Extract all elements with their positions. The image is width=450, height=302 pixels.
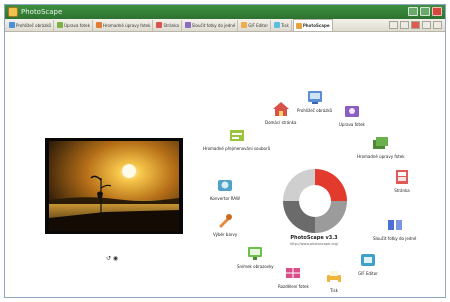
tool-button-3[interactable]: [411, 21, 420, 29]
print-icon: [273, 22, 280, 28]
node-barva[interactable]: Výběr barvy: [213, 211, 237, 237]
node-uprava[interactable]: Úprava fotek: [339, 101, 365, 127]
tab-uprava[interactable]: Úprava fotek: [55, 19, 93, 31]
photoscape-logo: [275, 161, 355, 241]
editor-icon: [57, 22, 64, 28]
help-button[interactable]: [433, 21, 442, 29]
gif-icon: [241, 22, 248, 28]
page-icon: [392, 167, 412, 187]
split-icon: [283, 263, 303, 283]
rename-icon: [227, 125, 247, 145]
maximize-button[interactable]: [420, 7, 430, 16]
combine-icon: [184, 22, 191, 28]
node-rozdeleni[interactable]: Rozdělení fotek: [278, 263, 309, 289]
photo-controls[interactable]: ↺ ◉: [106, 255, 118, 262]
version-label: PhotoScape v3.3: [290, 235, 338, 241]
photoscape-icon: [295, 22, 302, 29]
tab-tisk[interactable]: Tisk: [272, 19, 292, 31]
tab-bar: Prohlížeč obrázků Úprava fotek Hromadné …: [5, 19, 445, 32]
edit-icon: [342, 101, 362, 121]
photo-preview[interactable]: [45, 138, 183, 234]
node-slouceni[interactable]: Sloučit fotky do jedné: [373, 215, 416, 241]
node-prejmenovani[interactable]: Hromadné přejmenování souborů: [203, 125, 270, 151]
viewer-icon: [305, 87, 325, 107]
home-icon: [271, 99, 291, 119]
batch-icon: [95, 22, 102, 28]
tab-gif[interactable]: GIF Editor: [239, 19, 271, 31]
homepage-link[interactable]: http://www.photoscape.org/: [269, 242, 359, 246]
minimize-button[interactable]: [408, 7, 418, 16]
node-snimek[interactable]: Snímek obrazovky: [237, 243, 274, 269]
batch-icon: [371, 133, 391, 153]
combine-icon: [385, 215, 405, 235]
tab-stranka[interactable]: Stránka: [154, 19, 182, 31]
gif-icon: [358, 250, 378, 270]
node-domaci-stranka[interactable]: Domácí stránka: [265, 99, 296, 125]
tab-prohlizec[interactable]: Prohlížeč obrázků: [7, 19, 55, 31]
close-button[interactable]: [432, 7, 442, 16]
app-window: PhotoScape Prohlížeč obrázků Úprava fote…: [4, 4, 446, 298]
window-title: PhotoScape: [21, 8, 63, 16]
screenshot-icon: [245, 243, 265, 263]
title-bar: PhotoScape: [5, 5, 445, 19]
node-raw[interactable]: Konvertor RAW: [210, 175, 240, 201]
page-icon: [156, 22, 163, 28]
window-controls: [408, 7, 442, 16]
printer-icon: [324, 267, 344, 287]
tool-button-2[interactable]: [400, 21, 409, 29]
tab-hromadne[interactable]: Hromadné úpravy fotek: [94, 19, 154, 31]
tool-button-4[interactable]: [422, 21, 431, 29]
toolbar-buttons: [389, 21, 442, 29]
node-prohlizec[interactable]: Prohlížeč obrázků: [297, 87, 332, 113]
app-icon: [8, 7, 18, 17]
tab-photoscape[interactable]: PhotoScape: [292, 19, 333, 31]
node-gif[interactable]: GIF Editor: [358, 250, 378, 276]
tool-button-1[interactable]: [389, 21, 398, 29]
raw-converter-icon: [215, 175, 235, 195]
viewer-icon: [9, 22, 15, 28]
node-tisk[interactable]: Tisk: [324, 267, 344, 293]
node-hromadne[interactable]: Hromadné úpravy fotek: [357, 133, 405, 159]
node-stranka[interactable]: Stránka: [392, 167, 412, 193]
tab-slouceni[interactable]: Sloučit fotky do jedné: [183, 19, 239, 31]
color-picker-icon: [215, 211, 235, 231]
